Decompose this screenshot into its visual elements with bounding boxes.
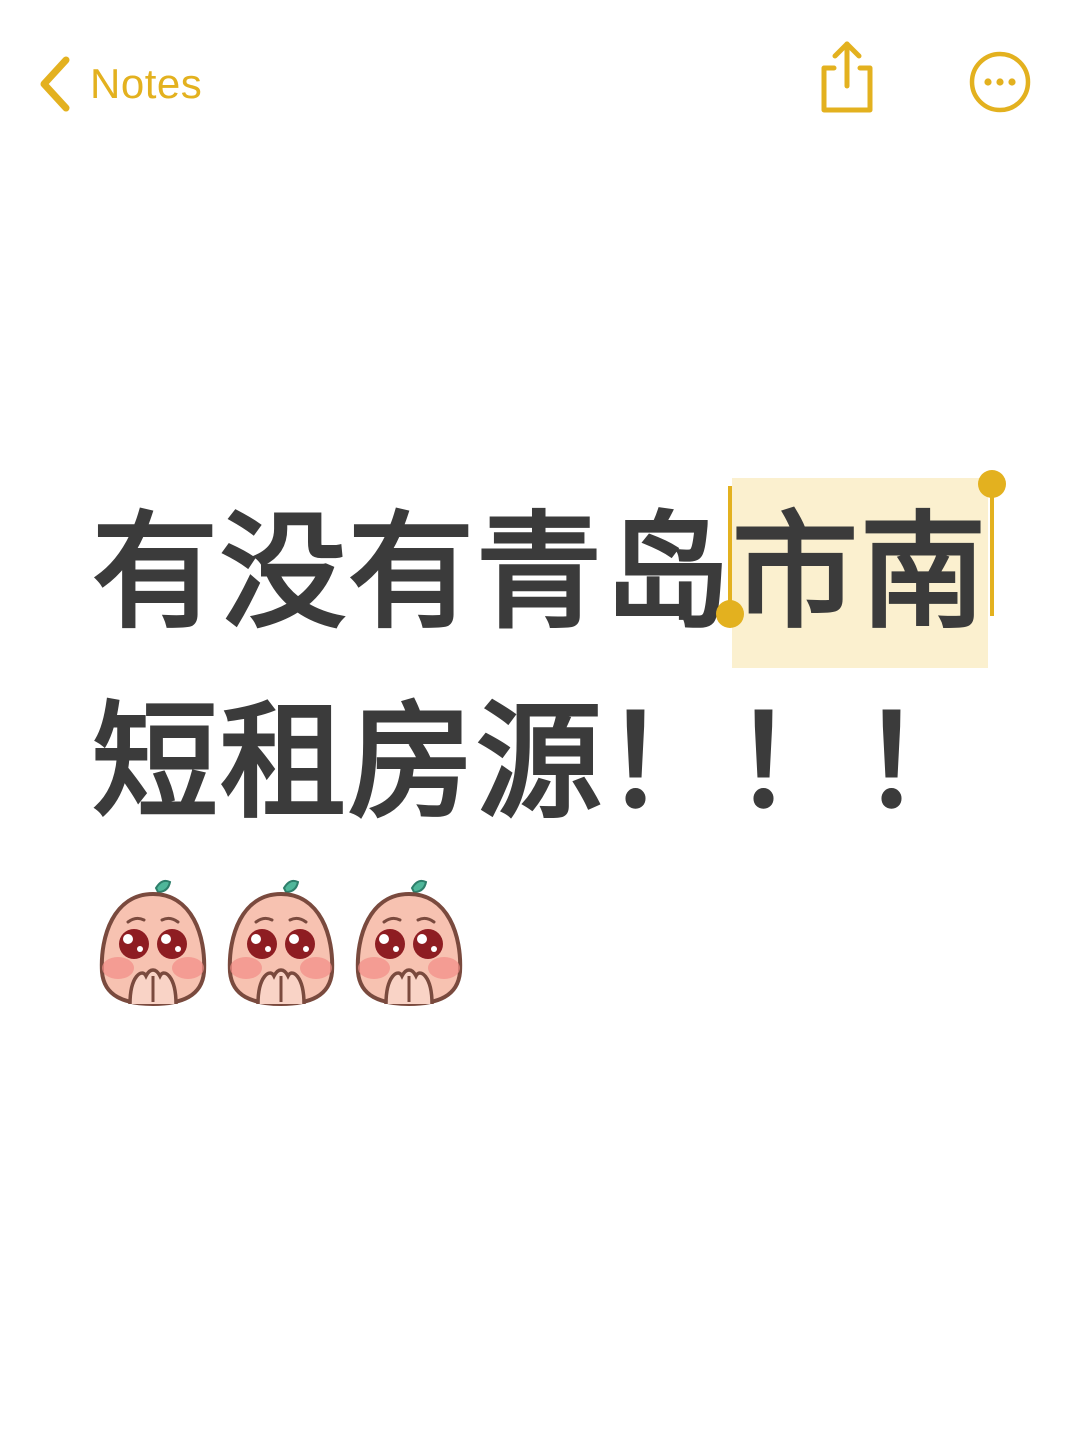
note-line-1: 有没有青岛市南 (92, 470, 1012, 668)
back-button[interactable]: Notes (36, 52, 202, 116)
selected-text: 市南 (732, 499, 988, 646)
selection-start-caret (728, 486, 732, 616)
selection-start-handle[interactable] (716, 600, 744, 628)
back-label: Notes (90, 60, 203, 107)
note-text-unselected: 有没有青岛 (92, 499, 732, 646)
chevron-left-icon (40, 56, 70, 112)
note-body[interactable]: 有没有青岛市南 短租房源！！！ (92, 470, 1012, 858)
more-options-icon[interactable] (968, 50, 1032, 114)
note-line-2: 短租房源！！！ (92, 689, 988, 836)
pleading-peach-emoji (355, 879, 463, 1007)
selection-end-caret (990, 486, 994, 616)
pleading-peach-emoji (227, 879, 335, 1007)
share-icon[interactable] (812, 38, 882, 114)
navigation-bar: Notes (0, 0, 1080, 170)
selection-end-handle[interactable] (978, 470, 1006, 498)
emoji-row (94, 876, 468, 1008)
text-selection[interactable]: 市南 (716, 470, 1006, 668)
pleading-peach-emoji (99, 879, 207, 1007)
